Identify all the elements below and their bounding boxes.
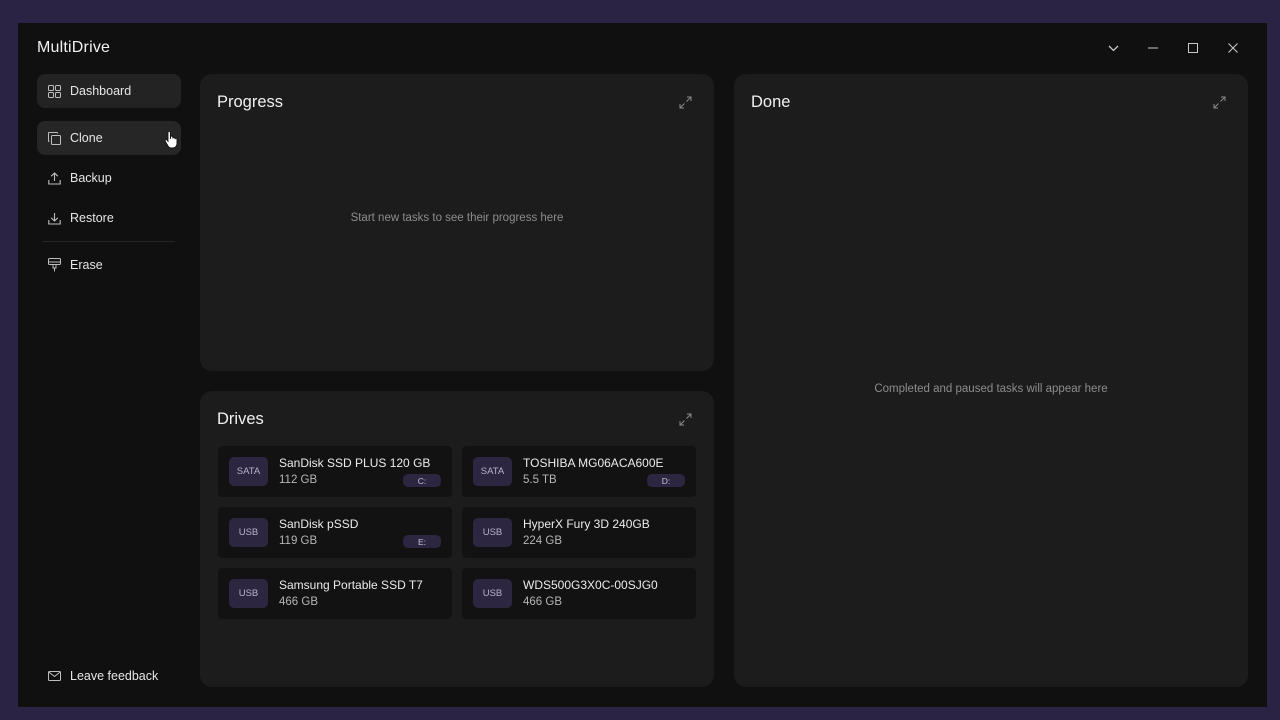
drive-type-badge: USB bbox=[473, 579, 512, 608]
sidebar-divider bbox=[43, 241, 175, 242]
mouse-cursor-icon bbox=[164, 130, 178, 154]
drive-card[interactable]: SATA TOSHIBA MG06ACA600E 5.5 TB D: bbox=[462, 446, 696, 497]
chevron-down-icon[interactable] bbox=[1093, 36, 1133, 60]
eraser-brush-icon bbox=[47, 258, 61, 272]
sidebar-item-label: Dashboard bbox=[70, 84, 132, 98]
close-icon[interactable] bbox=[1213, 36, 1253, 60]
sidebar-item-label: Clone bbox=[70, 131, 103, 145]
drive-size: 119 GB bbox=[279, 535, 318, 547]
drive-type-badge: USB bbox=[229, 579, 268, 608]
sidebar-item-label: Backup bbox=[70, 171, 112, 185]
drive-type-badge: SATA bbox=[473, 457, 512, 486]
drive-card[interactable]: USB WDS500G3X0C-00SJG0 466 GB bbox=[462, 568, 696, 619]
mail-icon bbox=[47, 669, 61, 683]
drive-type-badge: USB bbox=[473, 518, 512, 547]
sidebar-item-clone[interactable]: Clone bbox=[37, 121, 181, 155]
drive-card[interactable]: USB SanDisk pSSD 119 GB E: bbox=[218, 507, 452, 558]
drive-size: 5.5 TB bbox=[523, 474, 557, 486]
minimize-icon[interactable] bbox=[1133, 36, 1173, 60]
app-title: MultiDrive bbox=[37, 39, 111, 56]
progress-panel: Progress Start new tasks to see their pr… bbox=[200, 74, 714, 371]
sidebar-item-dashboard[interactable]: Dashboard bbox=[37, 74, 181, 108]
drive-name: Samsung Portable SSD T7 bbox=[279, 578, 423, 592]
leave-feedback-button[interactable]: Leave feedback bbox=[37, 659, 181, 693]
upload-icon bbox=[47, 171, 61, 185]
drive-type-badge: SATA bbox=[229, 457, 268, 486]
progress-title: Progress bbox=[217, 93, 284, 111]
drive-letter-badge: D: bbox=[647, 474, 685, 487]
done-empty-text: Completed and paused tasks will appear h… bbox=[874, 383, 1108, 395]
leave-feedback-label: Leave feedback bbox=[70, 669, 159, 683]
window-controls bbox=[1093, 36, 1253, 60]
drive-name: SanDisk SSD PLUS 120 GB bbox=[279, 456, 431, 470]
drive-name: WDS500G3X0C-00SJG0 bbox=[523, 578, 658, 592]
drive-size: 466 GB bbox=[279, 596, 318, 608]
drives-panel: Drives SATA SanDisk SSD PLUS 120 GB 112 … bbox=[200, 391, 714, 687]
drive-type-badge: USB bbox=[229, 518, 268, 547]
drive-card[interactable]: USB HyperX Fury 3D 240GB 224 GB bbox=[462, 507, 696, 558]
drive-card[interactable]: USB Samsung Portable SSD T7 466 GB bbox=[218, 568, 452, 619]
expand-icon[interactable] bbox=[679, 413, 692, 431]
sidebar-item-erase[interactable]: Erase bbox=[37, 248, 181, 282]
drive-size: 466 GB bbox=[523, 596, 562, 608]
progress-empty-text: Start new tasks to see their progress he… bbox=[350, 212, 564, 224]
drive-size: 112 GB bbox=[279, 474, 318, 486]
sidebar-item-label: Restore bbox=[70, 211, 114, 225]
drive-letter-badge: C: bbox=[403, 474, 441, 487]
download-icon bbox=[47, 211, 61, 225]
done-panel: Done Completed and paused tasks will app… bbox=[734, 74, 1248, 687]
drive-letter-badge: E: bbox=[403, 535, 441, 548]
sidebar-item-restore[interactable]: Restore bbox=[37, 201, 181, 235]
sidebar: Dashboard Clone Backup Restore Erase Lea… bbox=[37, 74, 181, 694]
sidebar-item-label: Erase bbox=[70, 258, 103, 272]
drive-name: TOSHIBA MG06ACA600E bbox=[523, 456, 664, 470]
drive-name: HyperX Fury 3D 240GB bbox=[523, 517, 650, 531]
expand-icon[interactable] bbox=[679, 96, 692, 114]
maximize-icon[interactable] bbox=[1173, 36, 1213, 60]
clone-copy-icon bbox=[47, 131, 61, 145]
drive-card[interactable]: SATA SanDisk SSD PLUS 120 GB 112 GB C: bbox=[218, 446, 452, 497]
app-window: MultiDrive Dashboard Clone Backup Restor… bbox=[18, 23, 1267, 707]
done-title: Done bbox=[751, 93, 791, 111]
drive-size: 224 GB bbox=[523, 535, 562, 547]
sidebar-item-backup[interactable]: Backup bbox=[37, 161, 181, 195]
dashboard-grid-icon bbox=[47, 84, 61, 98]
drive-name: SanDisk pSSD bbox=[279, 517, 359, 531]
expand-icon[interactable] bbox=[1213, 96, 1226, 114]
drives-title: Drives bbox=[217, 410, 264, 428]
